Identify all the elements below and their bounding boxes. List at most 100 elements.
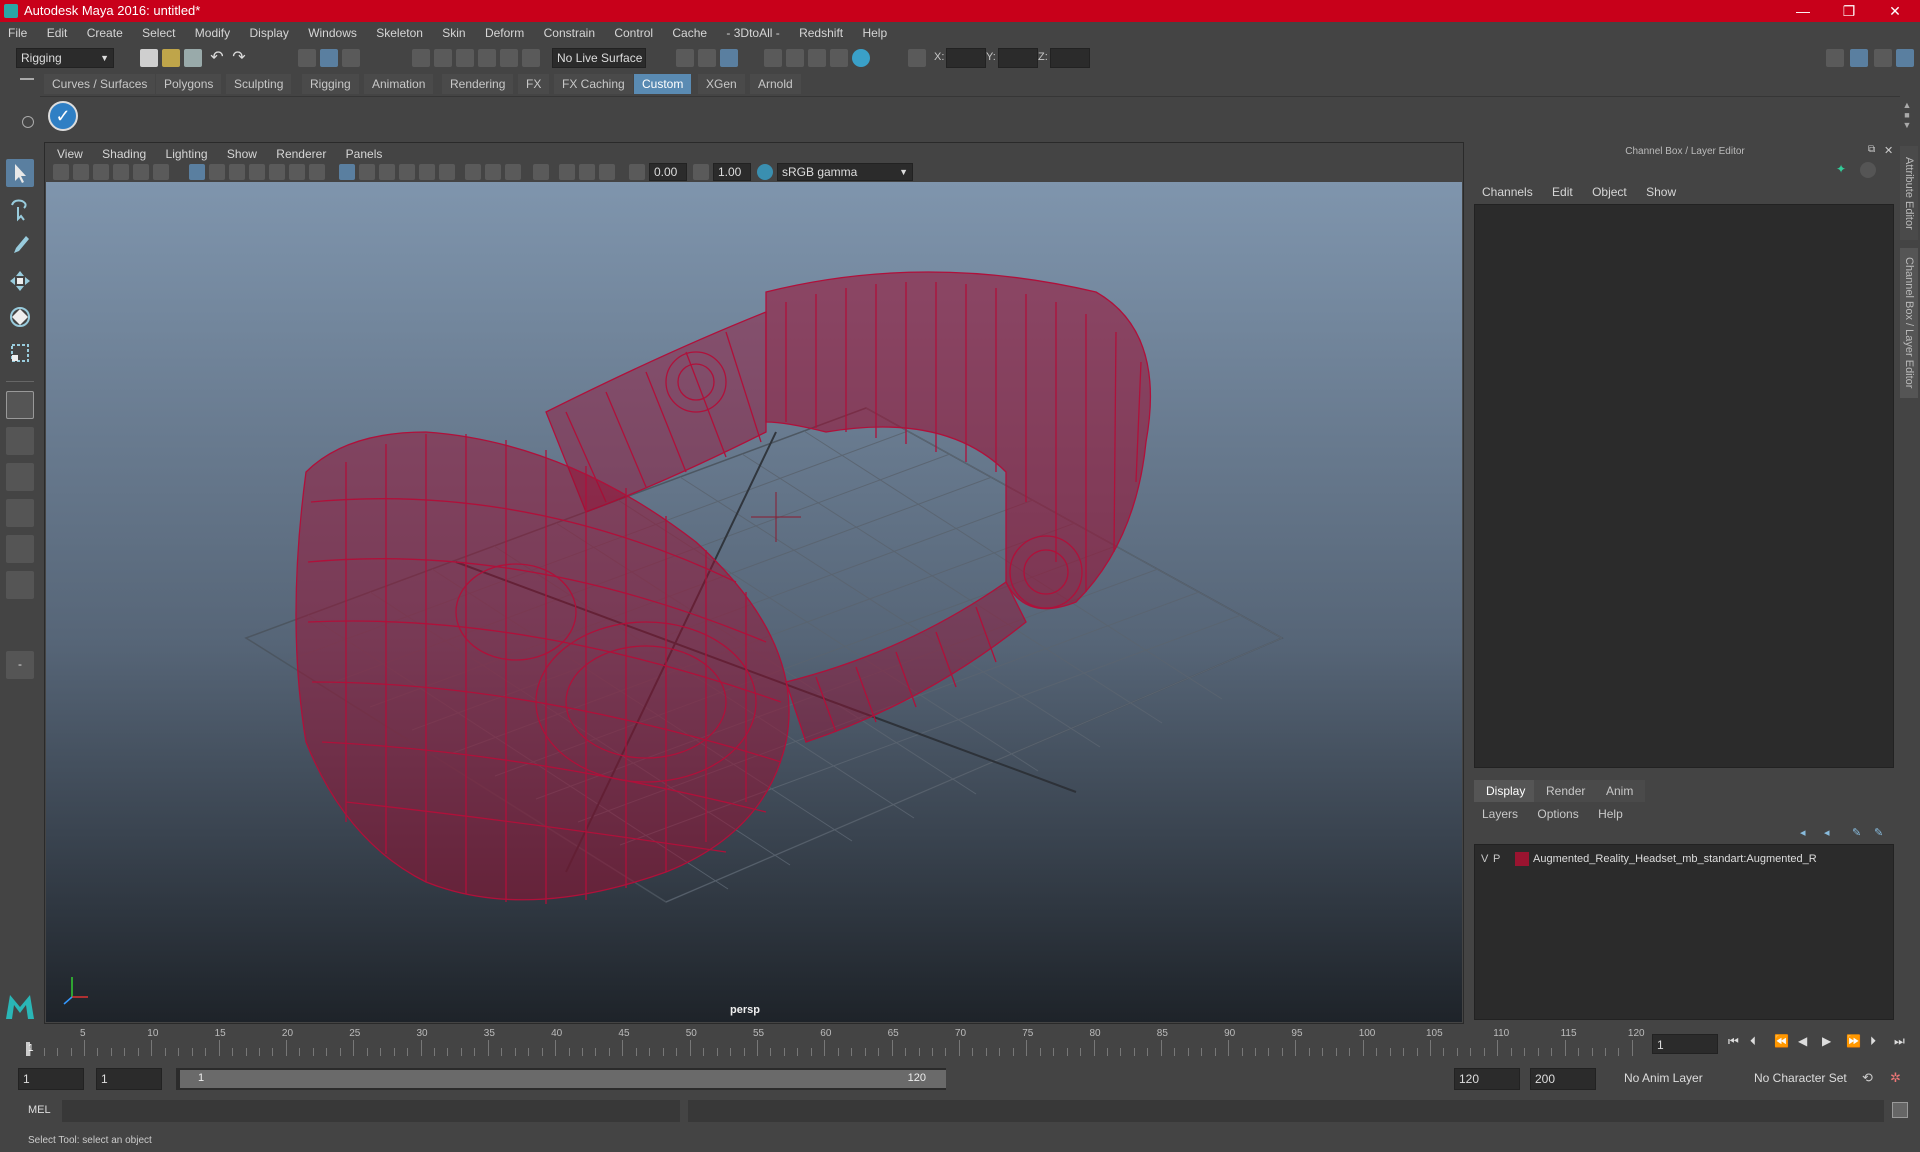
restore-button[interactable]: ❐	[1826, 0, 1872, 22]
menu-cache[interactable]: Cache	[664, 22, 715, 44]
menu-file[interactable]: File	[0, 22, 35, 44]
wireframe-on-shaded-icon[interactable]	[379, 164, 395, 180]
anim-layer-dropdown[interactable]: No Anim Layer	[1620, 1068, 1736, 1090]
ambient-occlusion-icon[interactable]	[465, 164, 481, 180]
shelf-tab-sculpting[interactable]: Sculpting	[226, 74, 292, 94]
play-backwards-icon[interactable]: ◀	[1798, 1034, 1807, 1048]
snap-view-plane-icon[interactable]	[478, 49, 496, 67]
shelf-tab-rigging[interactable]: Rigging	[302, 74, 359, 94]
isolate-select-icon[interactable]	[533, 164, 549, 180]
xray-components-icon[interactable]	[599, 164, 615, 180]
command-input[interactable]	[62, 1100, 680, 1122]
playback-start-field[interactable]: 1	[96, 1068, 162, 1090]
channel-box-toggle-icon[interactable]	[1896, 49, 1914, 67]
menu-edit[interactable]: Edit	[39, 22, 76, 44]
perspective-viewport[interactable]: persp	[46, 182, 1462, 1022]
menu-control[interactable]: Control	[606, 22, 661, 44]
float-panel-icon[interactable]: ⧉	[1868, 144, 1880, 156]
layer-tab-anim[interactable]: Anim	[1594, 780, 1646, 802]
auto-key-icon[interactable]: ⟲	[1862, 1070, 1878, 1086]
cb-menu-show[interactable]: Show	[1638, 182, 1684, 202]
menu-skeleton[interactable]: Skeleton	[368, 22, 431, 44]
save-scene-icon[interactable]	[184, 49, 202, 67]
color-management-icon[interactable]	[757, 164, 773, 180]
snap-grid-icon[interactable]	[412, 49, 430, 67]
transform-mode-icon[interactable]	[908, 49, 926, 67]
anti-aliasing-icon[interactable]	[505, 164, 521, 180]
layer-name[interactable]: Augmented_Reality_Headset_mb_standart:Au…	[1533, 853, 1817, 865]
layer-menu-help[interactable]: Help	[1590, 804, 1631, 824]
step-forward-key-icon[interactable]: ⏩	[1846, 1034, 1861, 1048]
smooth-shade-icon[interactable]	[359, 164, 375, 180]
close-button[interactable]: ✕	[1872, 0, 1918, 22]
shelf-scroll-icon[interactable]: ▲ ■ ▼	[1902, 100, 1912, 130]
textured-icon[interactable]	[399, 164, 415, 180]
play-forwards-icon[interactable]: ▶	[1822, 1034, 1831, 1048]
menu-create[interactable]: Create	[79, 22, 131, 44]
go-to-end-icon[interactable]: ⏭	[1894, 1034, 1905, 1049]
move-layer-down-icon[interactable]: ◂	[1824, 826, 1838, 840]
motion-blur-icon[interactable]	[485, 164, 501, 180]
vp-menu-view[interactable]: View	[49, 145, 91, 163]
move-tool-icon[interactable]	[6, 267, 34, 295]
z-field[interactable]	[1050, 48, 1090, 68]
menu-redshift[interactable]: Redshift	[791, 22, 851, 44]
channel-box-area[interactable]	[1474, 204, 1894, 768]
shelf-tab-animation[interactable]: Animation	[364, 74, 434, 94]
go-to-start-icon[interactable]: ⏮	[1728, 1034, 1739, 1049]
menuset-dropdown[interactable]: Rigging ▼	[16, 48, 114, 68]
shelf-settings-icon[interactable]	[22, 116, 34, 128]
range-slider-handle[interactable]: 1 120	[180, 1070, 946, 1088]
animation-preferences-icon[interactable]: ✲	[1890, 1070, 1906, 1086]
menu-modify[interactable]: Modify	[187, 22, 238, 44]
y-field[interactable]	[998, 48, 1038, 68]
vp-menu-show[interactable]: Show	[219, 145, 265, 163]
cb-menu-channels[interactable]: Channels	[1474, 182, 1541, 202]
close-panel-icon[interactable]: ✕	[1884, 144, 1896, 157]
scale-tool-icon[interactable]	[6, 339, 34, 367]
menu-display[interactable]: Display	[241, 22, 296, 44]
output-ops-icon[interactable]	[698, 49, 716, 67]
render-settings-icon[interactable]	[830, 49, 848, 67]
undo-icon[interactable]: ↶	[208, 49, 226, 67]
ipr-render-icon[interactable]	[808, 49, 826, 67]
snap-point-icon[interactable]	[456, 49, 474, 67]
x-field[interactable]	[946, 48, 986, 68]
script-editor-icon[interactable]	[1892, 1102, 1908, 1118]
safe-title-icon[interactable]	[309, 164, 325, 180]
gate-mask-icon[interactable]	[249, 164, 265, 180]
vp-menu-shading[interactable]: Shading	[94, 145, 154, 163]
shelf-tab-rendering[interactable]: Rendering	[442, 74, 514, 94]
shelf-tab-arnold[interactable]: Arnold	[750, 74, 801, 94]
move-layer-up-icon[interactable]: ◂	[1800, 826, 1814, 840]
exposure-field[interactable]: 0.00	[649, 163, 687, 181]
menu-3dtoall[interactable]: - 3DtoAll -	[718, 22, 787, 44]
image-plane-icon[interactable]	[113, 164, 129, 180]
safe-action-icon[interactable]	[289, 164, 305, 180]
layer-tab-render[interactable]: Render	[1534, 780, 1598, 802]
new-layer-selected-icon[interactable]: ✎	[1852, 826, 1866, 840]
hypershade-icon[interactable]	[852, 49, 870, 67]
2d-pan-zoom-icon[interactable]	[133, 164, 149, 180]
camera-attributes-icon[interactable]	[73, 164, 89, 180]
wireframe-icon[interactable]	[339, 164, 355, 180]
more-layouts-icon[interactable]: -	[6, 651, 34, 679]
lasso-tool-icon[interactable]	[6, 195, 34, 223]
four-view-layout-icon[interactable]	[6, 427, 34, 455]
menu-select[interactable]: Select	[134, 22, 183, 44]
animation-end-field[interactable]: 200	[1530, 1068, 1596, 1090]
xray-joints-icon[interactable]	[579, 164, 595, 180]
layer-playback-toggle[interactable]: P	[1493, 853, 1500, 865]
menu-constrain[interactable]: Constrain	[536, 22, 603, 44]
rotate-tool-icon[interactable]	[6, 303, 34, 331]
bookmark-icon[interactable]	[93, 164, 109, 180]
camera-icon[interactable]	[53, 164, 69, 180]
manipulator-icon[interactable]: ✦	[1836, 162, 1852, 178]
xray-icon[interactable]	[559, 164, 575, 180]
speed-icon[interactable]	[1860, 162, 1876, 178]
film-gate-icon[interactable]	[209, 164, 225, 180]
gamma-field[interactable]: 1.00	[713, 163, 751, 181]
color-space-dropdown[interactable]: sRGB gamma ▼	[777, 163, 913, 181]
input-ops-icon[interactable]	[676, 49, 694, 67]
vp-menu-lighting[interactable]: Lighting	[158, 145, 216, 163]
